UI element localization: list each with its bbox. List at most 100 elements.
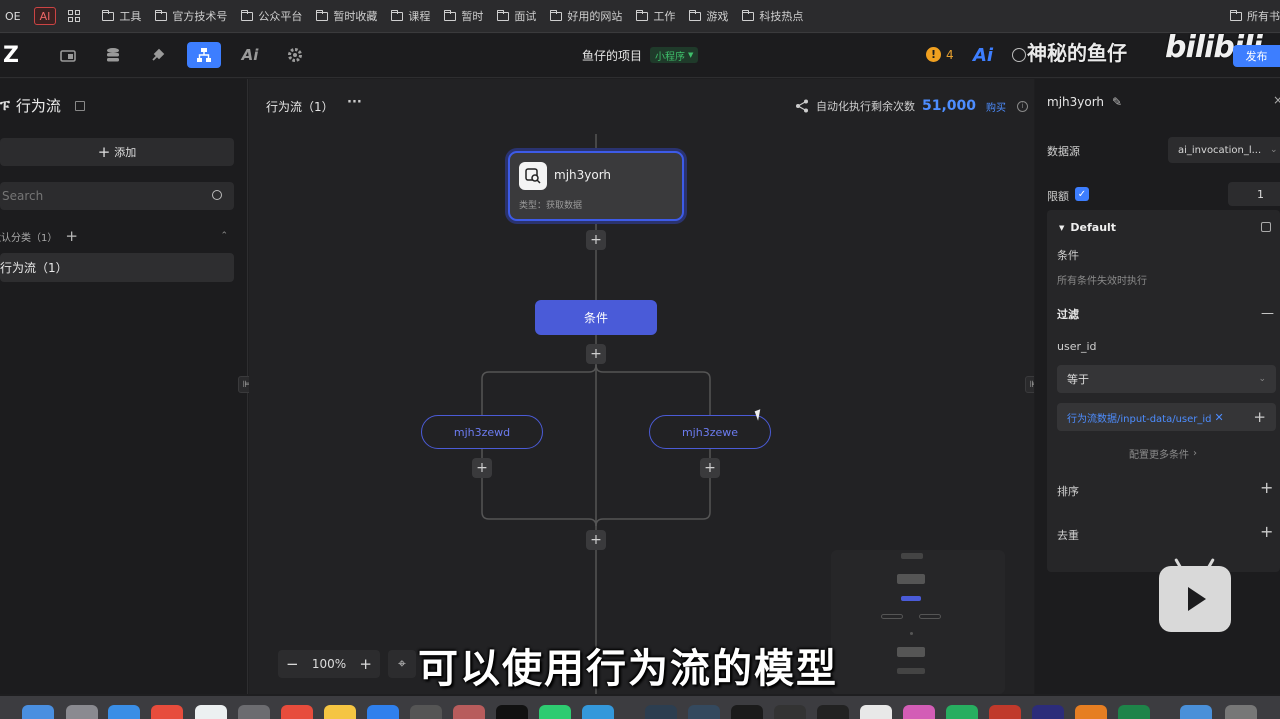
limit-checkbox[interactable]: ✓ <box>1075 187 1089 201</box>
category-row[interactable]: 默认分类（1） + ⌃ <box>0 227 234 245</box>
limit-label: 限额 <box>1047 190 1069 203</box>
zoom-out-button[interactable]: − <box>286 655 299 673</box>
project-name[interactable]: 鱼仔的项目 <box>582 47 642 64</box>
trash-icon[interactable] <box>1225 705 1257 719</box>
add-button[interactable]: + 添加 <box>0 138 234 166</box>
bookmark-folder[interactable]: 好用的网站 <box>550 8 622 24</box>
notes-icon[interactable] <box>324 705 356 719</box>
ai-logo-icon[interactable]: Ai <box>973 45 993 66</box>
bookmark-folder[interactable]: 工作 <box>636 8 675 24</box>
add-node-button[interactable]: + <box>586 344 606 364</box>
settings-app-icon[interactable] <box>410 705 442 719</box>
app-icon[interactable] <box>774 705 806 719</box>
bookmark-folder[interactable]: 官方技术号 <box>155 8 227 24</box>
add-node-button[interactable]: + <box>586 530 606 550</box>
finder-icon[interactable] <box>22 705 54 719</box>
plugin-icon[interactable] <box>141 42 175 68</box>
branch-node-left[interactable]: mjh3zewd <box>421 415 543 449</box>
bookmark-folder-all[interactable]: 所有书 <box>1230 8 1280 24</box>
bookmark-badge-oe[interactable]: OE <box>0 7 26 25</box>
clear-icon[interactable]: ✕ <box>1215 411 1224 424</box>
app-icon[interactable] <box>453 705 485 719</box>
app-icon[interactable] <box>645 705 677 719</box>
calendar-icon[interactable] <box>151 705 183 719</box>
add-node-button[interactable]: + <box>586 230 606 250</box>
operator-select[interactable]: 等于 ⌄ <box>1057 365 1276 393</box>
bookmark-badge-ai[interactable]: AI <box>33 7 57 25</box>
more-conditions-link[interactable]: 配置更多条件 › <box>1129 446 1197 461</box>
app-icon[interactable] <box>946 705 978 719</box>
app-icon[interactable] <box>1118 705 1150 719</box>
terminal-icon[interactable] <box>731 705 763 719</box>
ai-icon[interactable]: Ai <box>233 42 267 68</box>
project-tag[interactable]: 小程序 ▼ <box>650 47 699 63</box>
workflow-icon[interactable] <box>187 42 221 68</box>
launchpad-icon[interactable] <box>66 705 98 719</box>
collapse-filter-icon[interactable]: — <box>1261 306 1274 321</box>
wechat-icon[interactable] <box>539 705 571 719</box>
bookmark-folder[interactable]: 面试 <box>497 8 536 24</box>
bookmark-folder[interactable]: 课程 <box>391 8 430 24</box>
add-node-button[interactable]: + <box>700 458 720 478</box>
add-value-icon[interactable]: + <box>1253 408 1266 426</box>
collapse-icon[interactable]: ⌃ <box>220 231 228 241</box>
book-icon[interactable] <box>74 100 85 111</box>
app-icon[interactable] <box>1075 705 1107 719</box>
warning-indicator[interactable]: ! 4 <box>926 47 954 62</box>
collapse-right-icon[interactable]: ⊫ <box>1025 376 1034 393</box>
system-icon[interactable] <box>238 705 270 719</box>
app-icon[interactable] <box>989 705 1021 719</box>
copy-icon[interactable] <box>1261 222 1271 232</box>
add-dedupe-icon[interactable]: + <box>1260 522 1273 541</box>
appstore-icon[interactable] <box>367 705 399 719</box>
play-watermark-icon <box>1159 558 1231 632</box>
flow-node-fetch[interactable]: mjh3yorh 类型：获取数据 <box>508 151 684 221</box>
app-icon[interactable] <box>1032 705 1064 719</box>
limit-input[interactable]: 1 <box>1228 182 1280 206</box>
edit-icon[interactable]: ✎ <box>1112 95 1122 109</box>
flow-list-item[interactable]: 行为流（1） <box>0 253 234 282</box>
flow-canvas[interactable]: 行为流（1） ··· 自动化执行剩余次数 51,000 购买 i mjh3yor… <box>249 79 1034 694</box>
settings-icon[interactable] <box>278 42 312 68</box>
safari-icon[interactable] <box>108 705 140 719</box>
search-icon[interactable] <box>212 190 222 200</box>
search-icon[interactable] <box>1012 48 1026 62</box>
watermark-text: 神秘的鱼仔 <box>1027 41 1127 65</box>
branch-node-right[interactable]: mjh3zewe <box>649 415 771 449</box>
bookmark-folder[interactable]: 暂时收藏 <box>316 8 377 24</box>
folder-app-icon[interactable] <box>1180 705 1212 719</box>
bookmark-folder[interactable]: 游戏 <box>689 8 728 24</box>
app-icon[interactable] <box>860 705 892 719</box>
left-panel: ፑ 行为流 + 添加 默认分类（1） + ⌃ 行为流（1） ⊫ <box>0 79 255 694</box>
bookmark-folder[interactable]: 科技热点 <box>742 8 803 24</box>
node-name-row: mjh3yorh ✎ <box>1047 95 1122 109</box>
condition-node[interactable]: 条件 <box>535 300 657 335</box>
bookmark-folder[interactable]: 暂时 <box>444 8 483 24</box>
zoom-in-button[interactable]: + <box>359 655 372 673</box>
app-icon[interactable] <box>903 705 935 719</box>
logo-icon[interactable]: Z <box>0 42 22 68</box>
minimap[interactable] <box>831 550 1005 694</box>
locate-icon[interactable]: ⌖ <box>388 650 416 678</box>
datasource-select[interactable]: ai_invocation_l... ⌄ <box>1168 137 1280 163</box>
apps-grid-icon[interactable] <box>68 10 81 22</box>
close-icon[interactable]: × <box>1273 93 1280 107</box>
reminders-icon[interactable] <box>195 705 227 719</box>
app-icon[interactable] <box>496 705 528 719</box>
pages-icon[interactable] <box>51 42 85 68</box>
qq-icon[interactable] <box>582 705 614 719</box>
app-icon[interactable] <box>688 705 720 719</box>
app-icon[interactable] <box>817 705 849 719</box>
database-icon[interactable] <box>96 42 130 68</box>
default-group-header[interactable]: ▼ Default <box>1059 221 1116 234</box>
filter-value-field[interactable]: 行为流数据/input-data/user_id ✕ + <box>1057 403 1276 431</box>
zoom-level: 100% <box>311 657 347 671</box>
search-input[interactable] <box>0 182 200 210</box>
bookmark-folder[interactable]: 公众平台 <box>241 8 302 24</box>
publish-button[interactable]: 发布 <box>1233 45 1280 67</box>
bookmark-folder[interactable]: 工具 <box>102 8 141 24</box>
add-category-icon[interactable]: + <box>65 227 78 245</box>
add-sort-icon[interactable]: + <box>1260 478 1273 497</box>
add-node-button[interactable]: + <box>472 458 492 478</box>
chrome-icon[interactable] <box>281 705 313 719</box>
